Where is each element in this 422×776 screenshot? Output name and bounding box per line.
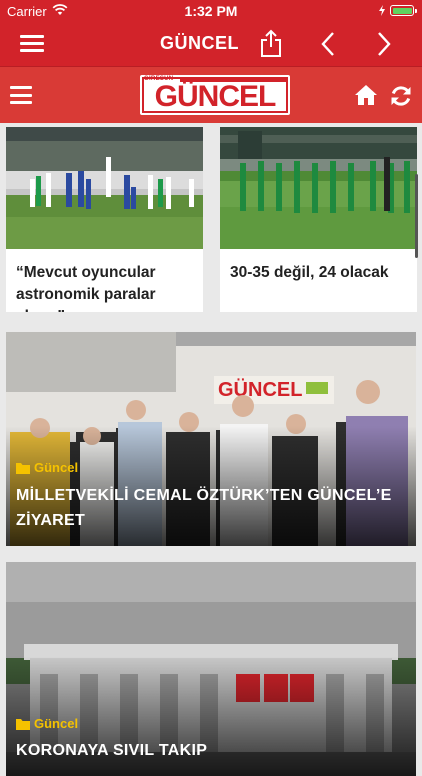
chevron-left-icon[interactable] [318,30,338,58]
article-card[interactable]: “Mevcut oyuncular astronomik paralar alı… [6,127,203,312]
status-time: 1:32 PM [184,3,238,19]
article-image [6,127,203,249]
category-label: Güncel [34,716,79,731]
category-menu-button[interactable] [10,85,32,105]
refresh-icon[interactable] [389,84,413,108]
category-label: Güncel [34,460,79,475]
featured-article-card[interactable]: Güncel KORONAYA SIVIL TAKIP [6,562,416,776]
featured-article-headline: MİLLETVEKİLİ CEMAL ÖZTÜRK’TEN GÜNCEL’E Z… [16,487,392,529]
menu-button[interactable] [20,33,44,55]
folder-icon [16,719,30,730]
article-feed: “Mevcut oyuncular astronomik paralar alı… [0,122,422,776]
site-header: GİRESUN GÜNCEL [0,66,422,123]
chevron-right-icon[interactable] [374,30,394,58]
status-bar: Carrier 1:32 PM [0,0,422,22]
svg-text:GÜNCEL: GÜNCEL [218,378,302,401]
site-logo[interactable]: GİRESUN GÜNCEL [140,75,290,115]
category-badge[interactable]: Güncel [16,460,78,475]
home-icon[interactable] [354,84,378,106]
scrollbar[interactable] [415,174,418,258]
article-image [220,127,417,249]
navigation-bar: GÜNCEL [0,22,422,66]
battery-icon [390,5,417,16]
category-badge[interactable]: Güncel [16,716,78,731]
article-headline: “Mevcut oyuncular astronomik paralar alı… [16,264,156,312]
article-headline: 30-35 değil, 24 olacak [230,264,389,281]
page-title: GÜNCEL [160,33,239,53]
share-icon[interactable] [258,28,284,58]
featured-article-headline: KORONAYA SIVIL TAKIP [16,742,208,759]
charging-icon [379,5,385,16]
featured-article-card[interactable]: GÜNCEL Güncel MİLLETVEKİLİ CEMAL ÖZTÜRK’… [6,332,416,546]
folder-icon [16,463,30,474]
logo-text: GÜNCEL [154,80,277,113]
article-card[interactable]: 30-35 değil, 24 olacak [220,127,417,312]
